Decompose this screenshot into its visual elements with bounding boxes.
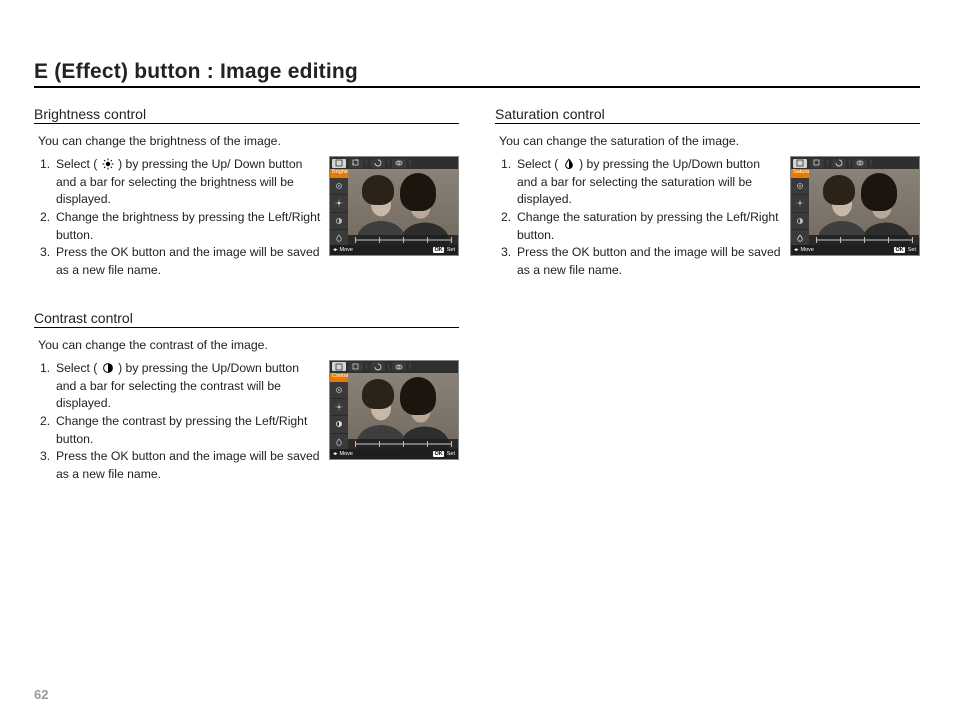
brightness-heading: Brightness control	[34, 106, 459, 124]
page-title: E (Effect) button : Image editing	[34, 60, 920, 88]
lcd-move-label: Move	[340, 247, 353, 253]
arrows-icon: ◂▸	[333, 247, 337, 253]
lcd-tab-effect	[853, 159, 867, 168]
lcd-side-label: Brightness	[330, 169, 348, 178]
contrast-intro: You can change the contrast of the image…	[38, 338, 459, 352]
lcd-side-label: Saturation	[791, 169, 809, 178]
saturation-step1-pre: Select (	[517, 157, 562, 171]
lcd-set-label: Set	[447, 451, 455, 457]
lcd-scale	[348, 439, 458, 449]
lcd-tab-edit	[793, 159, 807, 168]
half-circle-icon	[330, 213, 348, 230]
sun-icon	[791, 195, 809, 212]
contrast-step1-pre: Select (	[56, 361, 101, 375]
half-circle-icon	[330, 416, 348, 433]
arrows-icon: ◂▸	[794, 247, 798, 253]
lcd-tab-crop	[810, 159, 824, 168]
right-column: Saturation control You can change the sa…	[495, 106, 920, 514]
half-circle-icon	[791, 213, 809, 230]
lcd-ok-label: OK	[894, 247, 904, 253]
lcd-set-label: Set	[447, 247, 455, 253]
saturation-step2: Change the saturation by pressing the Le…	[517, 209, 782, 244]
contrast-lcd-preview: | | | Contrast	[329, 360, 459, 460]
brightness-step2: Change the brightness by pressing the Le…	[56, 209, 321, 244]
left-column: Brightness control You can change the br…	[34, 106, 459, 514]
saturation-lcd-preview: | | | Saturation	[790, 156, 920, 256]
redeye-icon	[791, 178, 809, 195]
sun-icon	[330, 399, 348, 416]
brightness-steps: 1. Select ( ) by pressing the Up/ Down b…	[40, 156, 321, 280]
brightness-step3: Press the OK button and the image will b…	[56, 244, 321, 279]
lcd-scale	[809, 235, 919, 245]
redeye-icon	[330, 178, 348, 195]
lcd-tab-edit	[332, 159, 346, 168]
lcd-tab-rotate	[371, 159, 385, 168]
sun-icon	[330, 195, 348, 212]
lcd-move-label: Move	[801, 247, 814, 253]
saturation-intro: You can change the saturation of the ima…	[499, 134, 920, 148]
contrast-steps: 1. Select ( ) by pressing the Up/Down bu…	[40, 360, 321, 484]
lcd-move-label: Move	[340, 451, 353, 457]
brightness-intro: You can change the brightness of the ima…	[38, 134, 459, 148]
contrast-step2: Change the contrast by pressing the Left…	[56, 413, 321, 448]
lcd-tab-rotate	[832, 159, 846, 168]
saturation-heading: Saturation control	[495, 106, 920, 124]
lcd-tab-crop	[349, 362, 363, 371]
lcd-tab-crop	[349, 159, 363, 168]
lcd-tab-effect	[392, 362, 406, 371]
droplet-icon	[563, 158, 575, 170]
saturation-steps: 1. Select ( ) by pressing the Up/Down bu…	[501, 156, 782, 280]
lcd-set-label: Set	[908, 247, 916, 253]
lcd-side-label: Contrast	[330, 373, 348, 382]
lcd-ok-label: OK	[433, 247, 443, 253]
redeye-icon	[330, 382, 348, 399]
saturation-step3: Press the OK button and the image will b…	[517, 244, 782, 279]
lcd-ok-label: OK	[433, 451, 443, 457]
brightness-lcd-preview: | | | Brightness	[329, 156, 459, 256]
half-circle-icon	[102, 362, 114, 374]
lcd-scale	[348, 235, 458, 245]
lcd-tab-rotate	[371, 362, 385, 371]
contrast-step3: Press the OK button and the image will b…	[56, 448, 321, 483]
lcd-tab-effect	[392, 159, 406, 168]
contrast-heading: Contrast control	[34, 310, 459, 328]
two-column-layout: Brightness control You can change the br…	[34, 106, 920, 514]
brightness-step1-pre: Select (	[56, 157, 101, 171]
sun-icon	[102, 158, 114, 170]
arrows-icon: ◂▸	[333, 451, 337, 457]
lcd-tab-edit	[332, 362, 346, 371]
page-number: 62	[34, 687, 48, 702]
